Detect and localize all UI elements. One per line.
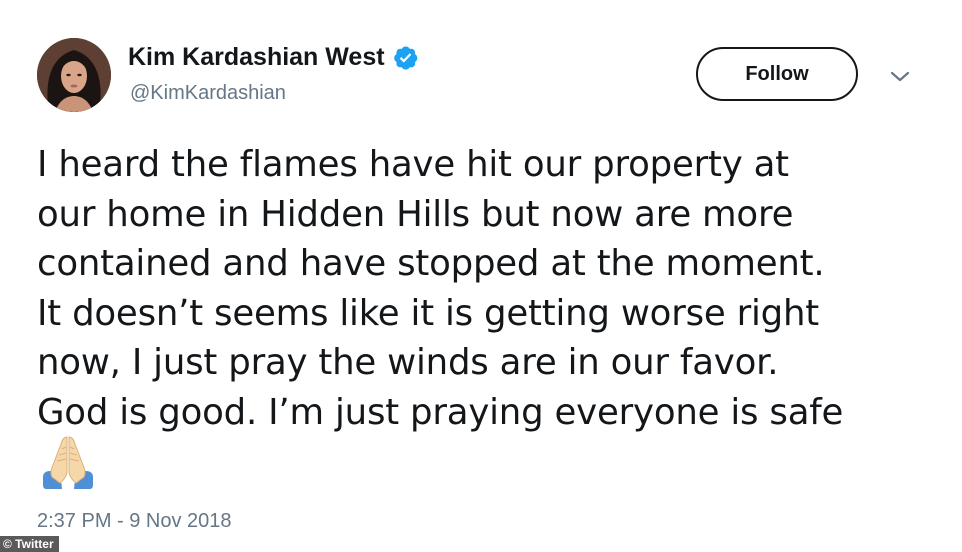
image-credit: © Twitter: [0, 536, 59, 552]
avatar[interactable]: [37, 38, 111, 112]
tweet-text-line: I heard the flames have hit our property…: [37, 144, 789, 185]
tweet-text-line: now, I just pray the winds are in our fa…: [37, 342, 779, 383]
tweet-text-line: It doesn’t seems like it is getting wors…: [37, 292, 820, 334]
follow-button[interactable]: Follow: [696, 47, 858, 101]
tweet-text-line: contained and have stopped at the moment…: [37, 243, 825, 284]
tweet-text-line: our home in Hidden Hills but now are mor…: [37, 193, 794, 235]
verified-badge-icon: [392, 44, 419, 71]
avatar-image: [37, 38, 111, 112]
tweet-timestamp[interactable]: 2:37 PM - 9 Nov 2018: [37, 510, 232, 533]
tweet-card: Kim Kardashian West @KimKardashian Follo…: [0, 0, 962, 552]
chevron-down-icon[interactable]: [888, 68, 912, 86]
user-name-row: Kim Kardashian West: [128, 40, 419, 74]
folded-hands-emoji-icon: [40, 433, 96, 491]
tweet-text: I heard the flames have hit our property…: [37, 140, 937, 437]
display-name[interactable]: Kim Kardashian West: [128, 43, 385, 72]
tweet-text-line: God is good. I’m just praying everyone i…: [37, 391, 844, 433]
user-handle[interactable]: @KimKardashian: [130, 82, 286, 105]
